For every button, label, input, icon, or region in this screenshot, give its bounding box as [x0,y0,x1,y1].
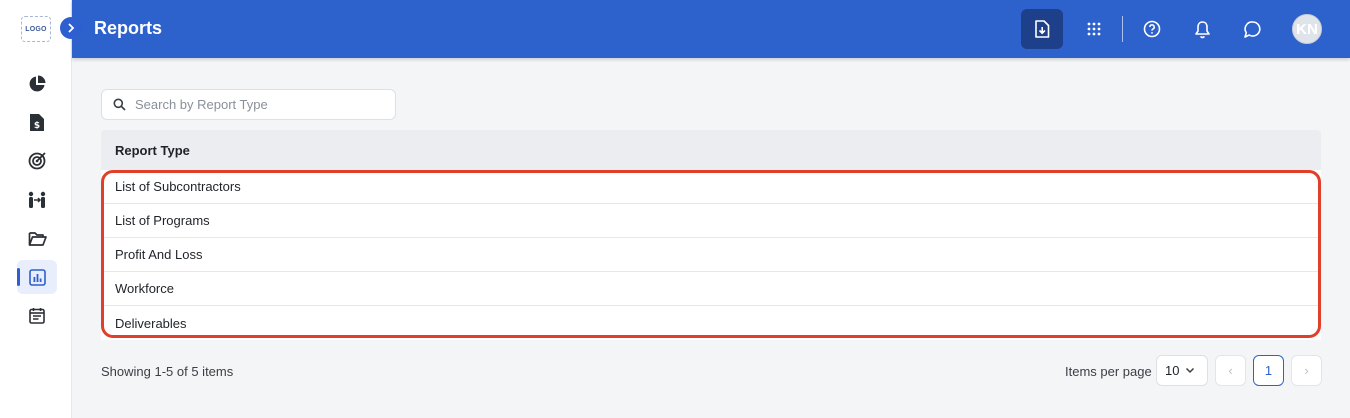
file-download-icon [1035,20,1050,38]
next-page-button[interactable]: › [1291,355,1322,386]
help-button[interactable] [1131,9,1173,49]
calendar-list-icon [29,307,45,324]
column-header-report-type[interactable]: Report Type [101,130,1321,170]
chat-bubble-icon [1243,20,1261,38]
page-title: Reports [94,18,163,38]
items-per-page-label: Items per page [1065,364,1152,379]
search-icon [113,98,127,112]
expand-sidebar-button[interactable] [60,17,82,39]
apps-menu-button[interactable] [1073,9,1115,49]
apps-grid-icon [1087,22,1101,36]
chevron-down-icon [1186,367,1195,374]
search-input[interactable] [135,97,375,112]
avatar-initials: KN [1296,20,1318,38]
sidebar-item-people[interactable] [17,183,57,217]
current-page-number: 1 [1264,363,1273,378]
sidebar-item-invoices[interactable]: $ [17,105,57,139]
logo: LOGO [21,16,51,42]
user-avatar[interactable]: KN [1292,14,1322,44]
table-row[interactable]: List of Programs [101,204,1321,238]
bar-chart-icon [28,268,46,286]
items-per-page-select[interactable]: 10 [1156,355,1208,386]
people-exchange-icon [28,191,46,208]
sidebar-item-projects[interactable] [17,222,57,256]
reports-table: Report Type List of Subcontractors List … [101,130,1321,340]
page-1-button[interactable]: 1 [1253,355,1284,386]
folder-open-icon [28,232,47,246]
invoice-dollar-icon: $ [30,113,44,131]
chevron-right-icon [68,23,75,33]
sidebar-item-reports[interactable] [17,260,57,294]
chat-button[interactable] [1231,9,1273,49]
download-report-button[interactable] [1021,9,1063,49]
sidebar-item-goals[interactable] [17,143,57,177]
top-header: Reports KN [72,0,1350,58]
pie-chart-icon [29,75,46,92]
chevron-left-icon: ‹ [1228,363,1233,378]
sidebar-item-calendar[interactable] [17,298,57,332]
active-indicator [17,268,20,286]
showing-items-text: Showing 1-5 of 5 items [101,364,234,379]
notifications-button[interactable] [1181,9,1223,49]
table-row[interactable]: Deliverables [101,306,1321,340]
header-divider [1122,16,1123,42]
bell-icon [1194,20,1210,38]
sidebar-item-dashboard[interactable] [17,67,57,101]
table-row[interactable]: Profit And Loss [101,238,1321,272]
table-row[interactable]: Workforce [101,272,1321,306]
sidebar: LOGO $ [0,0,72,418]
items-per-page-value: 10 [1165,363,1180,378]
table-row[interactable]: List of Subcontractors [101,170,1321,204]
svg-text:$: $ [34,121,40,131]
chevron-right-icon: › [1304,363,1309,378]
search-box [101,89,396,120]
target-icon [28,151,46,169]
prev-page-button[interactable]: ‹ [1215,355,1246,386]
help-circle-icon [1143,20,1161,38]
